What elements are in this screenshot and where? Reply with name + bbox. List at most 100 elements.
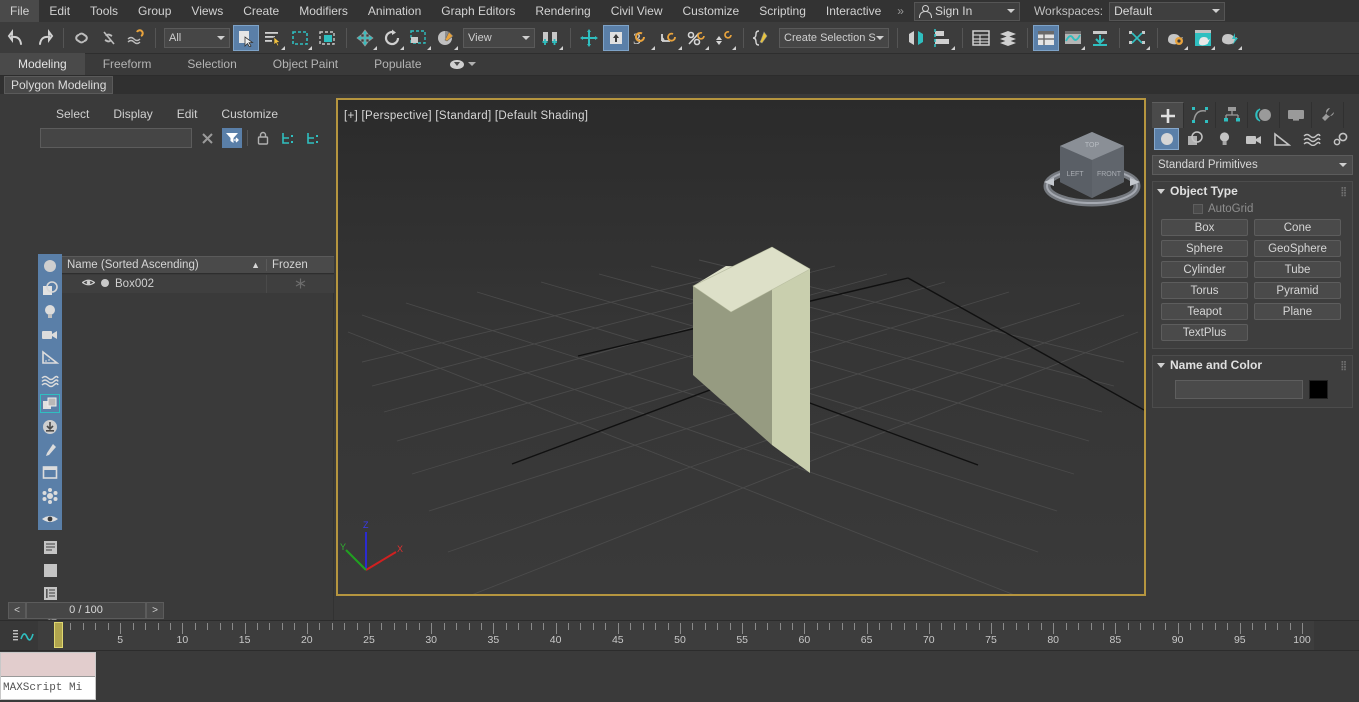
frame-display[interactable]: 0 / 100 — [26, 602, 146, 619]
display-tab[interactable] — [1280, 102, 1312, 128]
modify-tab[interactable] — [1184, 102, 1216, 128]
create-cone-button[interactable]: Cone — [1254, 219, 1341, 236]
column-header-frozen[interactable]: Frozen — [266, 259, 334, 271]
xrefs-filter-icon[interactable] — [38, 415, 62, 438]
select-and-link-button[interactable] — [69, 25, 95, 51]
tab-freeform[interactable]: Freeform — [85, 53, 170, 75]
explorer-list-body[interactable] — [62, 293, 334, 642]
particles-filter-icon[interactable] — [38, 484, 62, 507]
viewport-label[interactable]: [+] [Perspective] [Standard] [Default Sh… — [344, 110, 588, 122]
tab-populate[interactable]: Populate — [356, 53, 439, 75]
column-header-name-wrap[interactable]: Name (Sorted Ascending) ▲ — [62, 259, 266, 271]
primitive-type-select[interactable]: Standard Primitives — [1152, 155, 1353, 175]
explorer-menu-edit[interactable]: Edit — [165, 106, 210, 122]
menu-item-customize[interactable]: Customize — [673, 0, 750, 22]
set-key-filters-button[interactable] — [1087, 25, 1113, 51]
mirror-button[interactable] — [903, 25, 929, 51]
list-view-icon[interactable] — [38, 536, 62, 559]
rectangular-selection-region-button[interactable] — [287, 25, 313, 51]
spinner-snap-toggle-button[interactable] — [711, 25, 737, 51]
cameras-filter-icon[interactable] — [38, 323, 62, 346]
geometry-category[interactable] — [1154, 128, 1179, 150]
explorer-menu-customize[interactable]: Customize — [209, 106, 290, 122]
explorer-row-name-cell[interactable]: Box002 — [62, 278, 266, 291]
shapes-filter-icon[interactable] — [38, 277, 62, 300]
menu-item-tools[interactable]: Tools — [80, 0, 128, 22]
menu-item-scripting[interactable]: Scripting — [749, 0, 816, 22]
create-tab[interactable] — [1152, 102, 1184, 128]
explorer-search-input[interactable] — [40, 128, 192, 148]
menu-item-animation[interactable]: Animation — [358, 0, 431, 22]
select-and-manipulate-button[interactable] — [576, 25, 602, 51]
visibility-eye-icon[interactable] — [82, 278, 95, 290]
geometry-filter-icon[interactable] — [38, 254, 62, 277]
autogrid-checkbox-row[interactable]: AutoGrid — [1153, 200, 1352, 219]
maxscript-mini-listener[interactable]: MAXScript Mi — [0, 652, 96, 700]
snaps-toggle-button[interactable] — [603, 25, 629, 51]
autogrid-checkbox[interactable] — [1193, 204, 1203, 214]
create-tube-button[interactable]: Tube — [1254, 261, 1341, 278]
maxscript-input-field[interactable] — [1, 653, 95, 677]
selection-filter-combo[interactable]: All — [164, 28, 230, 48]
menu-item-views[interactable]: Views — [181, 0, 233, 22]
explorer-menu-display[interactable]: Display — [101, 106, 164, 122]
menu-item-interactive[interactable]: Interactive — [816, 0, 891, 22]
workspace-select[interactable]: Default — [1109, 2, 1225, 21]
create-box-button[interactable]: Box — [1161, 219, 1248, 236]
systems-category[interactable] — [1328, 128, 1353, 150]
lock-icon[interactable] — [253, 128, 273, 148]
explorer-menu-select[interactable]: Select — [44, 106, 101, 122]
tab-modeling[interactable]: Modeling — [0, 53, 85, 75]
ribbon-options-dropdown[interactable] — [440, 53, 486, 75]
menu-item-rendering[interactable]: Rendering — [525, 0, 600, 22]
helpers-filter-icon[interactable] — [38, 346, 62, 369]
space-warps-filter-icon[interactable] — [38, 369, 62, 392]
rendered-frame-window-button[interactable] — [1190, 25, 1216, 51]
menu-item-create[interactable]: Create — [233, 0, 289, 22]
bones-filter-icon[interactable] — [38, 438, 62, 461]
create-plane-button[interactable]: Plane — [1254, 303, 1341, 320]
motion-tab[interactable] — [1248, 102, 1280, 128]
helpers-category[interactable] — [1270, 128, 1295, 150]
unlink-selection-button[interactable] — [96, 25, 122, 51]
menu-overflow-chevron[interactable]: » — [891, 4, 910, 18]
filter-toggle-icon[interactable] — [222, 128, 242, 148]
placement-tool-button[interactable] — [433, 25, 459, 51]
menu-item-modifiers[interactable]: Modifiers — [289, 0, 358, 22]
angle-snap-toggle-button[interactable]: 3 — [630, 25, 656, 51]
create-geosphere-button[interactable]: GeoSphere — [1254, 240, 1341, 257]
shapes-category[interactable] — [1183, 128, 1208, 150]
groups-filter-icon[interactable] — [38, 392, 62, 415]
perspective-viewport[interactable]: Z X Y TOP LEFT FRONT [+] [Perspe — [336, 98, 1146, 596]
curve-editor-button[interactable] — [1060, 25, 1086, 51]
cameras-category[interactable] — [1241, 128, 1266, 150]
window-crossing-toggle-button[interactable] — [314, 25, 340, 51]
collapse-all-icon[interactable] — [303, 128, 323, 148]
next-frame-button[interactable]: > — [146, 602, 164, 619]
explorer-row-frozen-cell[interactable] — [266, 275, 334, 293]
create-textplus-button[interactable]: TextPlus — [1161, 324, 1248, 341]
create-torus-button[interactable]: Torus — [1161, 282, 1248, 299]
ribbon-panel-label[interactable]: Polygon Modeling — [4, 76, 113, 94]
object-name-input[interactable] — [1175, 380, 1303, 399]
object-color-swatch[interactable] — [1309, 380, 1328, 399]
maxscript-output-field[interactable]: MAXScript Mi — [1, 677, 95, 699]
menu-item-graph-editors[interactable]: Graph Editors — [431, 0, 525, 22]
sign-in-button[interactable]: Sign In — [914, 2, 1020, 21]
create-teapot-button[interactable]: Teapot — [1161, 303, 1248, 320]
lights-filter-icon[interactable] — [38, 300, 62, 323]
menu-item-group[interactable]: Group — [128, 0, 181, 22]
time-slider-handle[interactable] — [54, 622, 63, 648]
visibility-icon[interactable] — [38, 507, 62, 530]
name-and-color-header[interactable]: Name and Color ⣿ — [1153, 356, 1352, 374]
named-selection-sets-combo[interactable]: Create Selection Se — [779, 28, 889, 48]
align-button[interactable] — [930, 25, 956, 51]
clear-search-icon[interactable] — [197, 128, 217, 148]
utilities-tab[interactable] — [1312, 102, 1344, 128]
menu-item-file[interactable]: File — [0, 0, 39, 22]
select-and-move-button[interactable] — [352, 25, 378, 51]
timeline-ruler[interactable]: 0510152025303540455055606570758085909510… — [38, 621, 1314, 651]
create-cylinder-button[interactable]: Cylinder — [1161, 261, 1248, 278]
edit-named-selection-sets-button[interactable] — [749, 25, 775, 51]
reference-coordinate-system-combo[interactable]: View — [463, 28, 535, 48]
